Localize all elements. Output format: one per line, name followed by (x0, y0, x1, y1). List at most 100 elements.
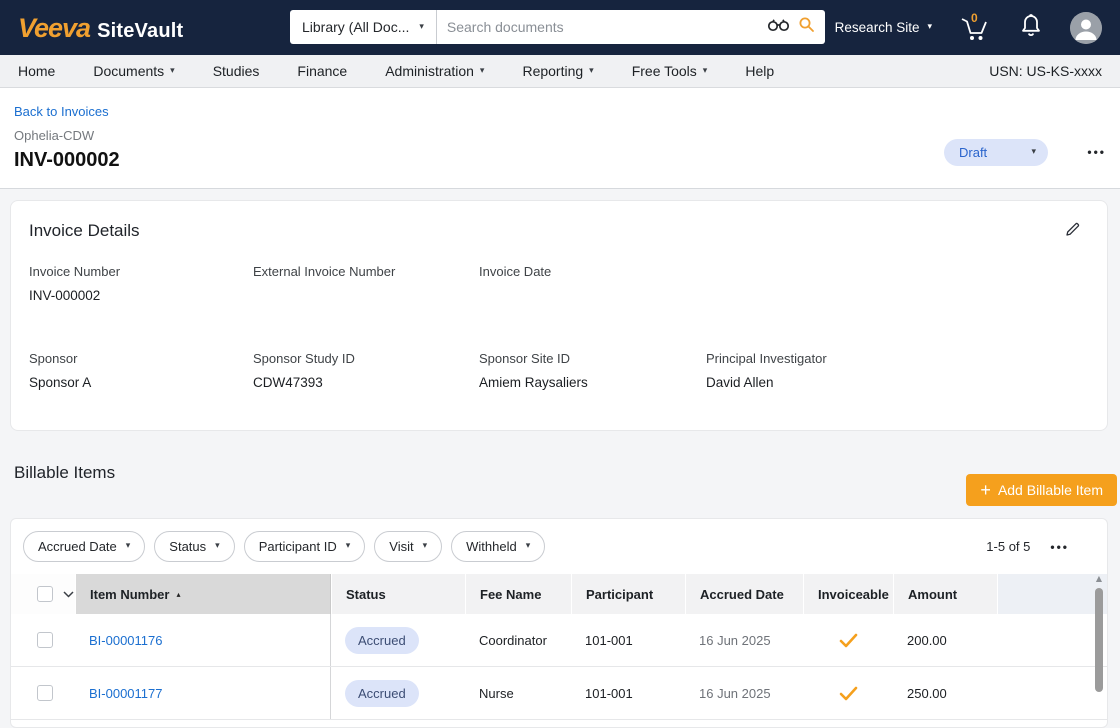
amount-cell: 250.00 (893, 667, 997, 719)
site-selector-dropdown[interactable]: Research Site ▾ (835, 20, 932, 35)
chevron-down-icon: ▾ (346, 542, 351, 551)
binoculars-icon[interactable] (767, 17, 790, 37)
column-header-fee-name[interactable]: Fee Name (465, 574, 571, 614)
billable-items-table-card: Accrued Date ▾ Status ▾ Participant ID ▾… (10, 518, 1108, 728)
chevron-down-icon: ▾ (526, 542, 531, 551)
global-search: Library (All Doc... ▾ (290, 10, 825, 44)
column-header-participant[interactable]: Participant (571, 574, 685, 614)
brand-logo: Veeva SiteVault (18, 13, 183, 44)
usn-label: USN: US-KS-xxxx (989, 63, 1102, 79)
edit-pencil-icon[interactable] (1064, 221, 1081, 243)
chevron-down-icon: ▾ (423, 542, 428, 551)
add-billable-item-button[interactable]: + Add Billable Item (966, 474, 1117, 506)
search-input[interactable] (437, 19, 767, 35)
pagination-label: 1-5 of 5 (986, 539, 1030, 554)
chevron-down-icon: ▾ (419, 23, 424, 32)
select-all-checkbox[interactable] (37, 586, 53, 602)
amount-cell: 200.00 (893, 614, 997, 666)
row-checkbox[interactable] (37, 632, 53, 648)
nav-item-reporting[interactable]: Reporting ▾ (522, 63, 593, 79)
search-scope-dropdown[interactable]: Library (All Doc... ▾ (290, 10, 437, 44)
chevron-down-icon: ▾ (170, 67, 175, 76)
search-scope-label: Library (All Doc... (302, 19, 409, 35)
nav-item-documents[interactable]: Documents ▾ (93, 63, 174, 79)
search-icon[interactable] (798, 16, 815, 38)
filter-accrued-date[interactable]: Accrued Date ▾ (23, 531, 145, 562)
filter-status[interactable]: Status ▾ (154, 531, 234, 562)
row-checkbox[interactable] (37, 685, 53, 701)
select-options-chevron-icon[interactable] (63, 591, 74, 598)
table-row: BI-00001176 Accrued Coordinator 101-001 … (11, 614, 1107, 667)
record-header: Back to Invoices Ophelia-CDW INV-000002 … (0, 88, 1120, 189)
column-header-actions (997, 574, 1107, 614)
filter-visit[interactable]: Visit ▾ (374, 531, 442, 562)
scrollbar-thumb[interactable] (1095, 588, 1103, 692)
nav-item-studies[interactable]: Studies (213, 63, 260, 79)
field-external-invoice-number: External Invoice Number (253, 264, 479, 304)
field-invoice-number: Invoice Number INV-000002 (29, 264, 253, 304)
participant-cell: 101-001 (571, 667, 685, 719)
page-title: INV-000002 (14, 149, 120, 172)
table-header-row: Item Number ▴ Status Fee Name Participan… (11, 574, 1107, 614)
top-bar: Veeva SiteVault Library (All Doc... ▾ (0, 0, 1120, 55)
filter-participant-id[interactable]: Participant ID ▾ (244, 531, 366, 562)
plus-icon: + (980, 481, 991, 499)
column-header-accrued-date[interactable]: Accrued Date (685, 574, 803, 614)
table-actions-menu-button[interactable]: ••• (1050, 540, 1069, 554)
field-invoice-date: Invoice Date (479, 264, 706, 304)
cart-count-badge: 0 (971, 11, 978, 25)
chevron-down-icon: ▾ (703, 67, 708, 76)
cart-button[interactable]: 0 (958, 13, 992, 43)
column-header-amount[interactable]: Amount (893, 574, 997, 614)
scroll-up-icon[interactable]: ▲ (1096, 575, 1102, 583)
user-avatar[interactable] (1070, 12, 1102, 44)
invoiceable-check-icon (803, 614, 893, 666)
fee-name-cell: Coordinator (465, 614, 571, 666)
billable-items-title: Billable Items (14, 463, 115, 483)
accrued-date-cell: 16 Jun 2025 (685, 667, 803, 719)
invoiceable-check-icon (803, 667, 893, 719)
study-context-label: Ophelia-CDW (14, 128, 94, 143)
nav-item-finance[interactable]: Finance (297, 63, 347, 79)
table-row: BI-00001177 Accrued Nurse 101-001 16 Jun… (11, 667, 1107, 720)
item-number-link[interactable]: BI-00001176 (89, 633, 163, 648)
back-to-invoices-link[interactable]: Back to Invoices (14, 104, 109, 119)
field-principal-investigator: Principal Investigator David Allen (706, 351, 1089, 391)
nav-item-home[interactable]: Home (18, 63, 55, 79)
fee-name-cell: Nurse (465, 667, 571, 719)
main-nav: Home Documents ▾ Studies Finance Adminis… (0, 55, 1120, 88)
filter-withheld[interactable]: Withheld ▾ (451, 531, 545, 562)
invoice-details-title: Invoice Details (29, 221, 140, 241)
column-header-invoiceable[interactable]: Invoiceable (803, 574, 893, 614)
veeva-logo: Veeva (18, 13, 90, 44)
status-badge: Accrued (345, 627, 419, 654)
field-sponsor: Sponsor Sponsor A (29, 351, 253, 391)
status-badge: Accrued (345, 680, 419, 707)
column-header-item-number[interactable]: Item Number ▴ (75, 574, 331, 614)
table-vertical-scrollbar[interactable]: ▲ (1093, 575, 1105, 725)
chevron-down-icon: ▾ (480, 67, 485, 76)
accrued-date-cell: 16 Jun 2025 (685, 614, 803, 666)
chevron-down-icon: ▾ (215, 542, 220, 551)
field-sponsor-site-id: Sponsor Site ID Amiem Raysaliers (479, 351, 706, 391)
record-actions-menu-button[interactable]: ••• (1087, 145, 1106, 159)
chevron-down-icon: ▾ (927, 23, 932, 32)
chevron-down-icon: ▾ (126, 542, 131, 551)
item-number-link[interactable]: BI-00001177 (89, 686, 163, 701)
product-name: SiteVault (97, 20, 183, 43)
nav-item-free-tools[interactable]: Free Tools ▾ (632, 63, 708, 79)
field-sponsor-study-id: Sponsor Study ID CDW47393 (253, 351, 479, 391)
notifications-bell-button[interactable] (1018, 11, 1044, 44)
chevron-down-icon: ▾ (1031, 148, 1036, 157)
chevron-down-icon: ▾ (589, 67, 594, 76)
column-header-status[interactable]: Status (331, 574, 465, 614)
lifecycle-status-dropdown[interactable]: Draft ▾ (944, 139, 1048, 166)
site-selector-label: Research Site (835, 20, 920, 35)
participant-cell: 101-001 (571, 614, 685, 666)
nav-item-help[interactable]: Help (745, 63, 774, 79)
table-filter-bar: Accrued Date ▾ Status ▾ Participant ID ▾… (11, 519, 1107, 574)
invoice-details-card: Invoice Details Invoice Number INV-00000… (10, 200, 1108, 431)
nav-item-administration[interactable]: Administration ▾ (385, 63, 484, 79)
sort-ascending-icon: ▴ (176, 590, 180, 599)
status-badge: Draft (959, 145, 987, 160)
